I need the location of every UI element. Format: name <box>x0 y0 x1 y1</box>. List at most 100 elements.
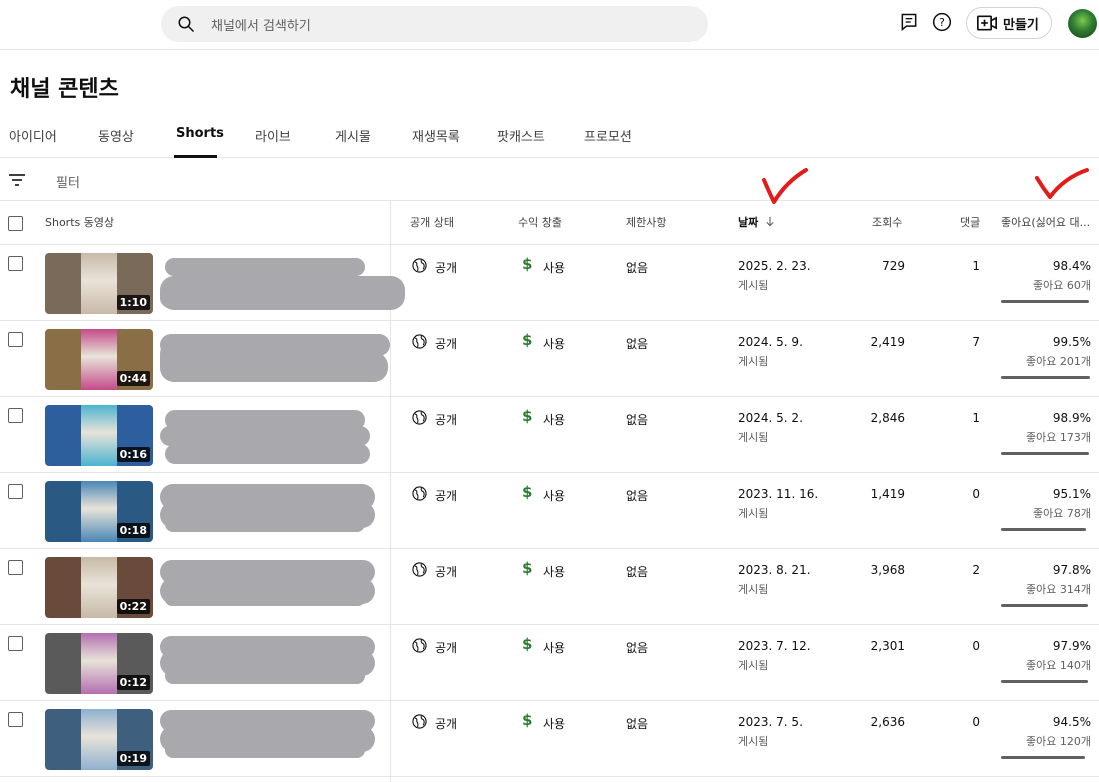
globe-icon <box>412 562 427 577</box>
visibility-value[interactable]: 공개 <box>435 639 457 656</box>
views-value: 2,636 <box>870 715 905 729</box>
column-restrictions[interactable]: 제한사항 <box>626 214 666 230</box>
row-checkbox[interactable] <box>8 636 23 651</box>
row-checkbox[interactable] <box>8 712 23 727</box>
column-views[interactable]: 조회수 <box>872 214 902 230</box>
like-count: 좋아요 78개 <box>1033 507 1091 520</box>
table-row[interactable]: 0:22 공개 $ 사용 없음 2023. 8. 21. 게시됨 3,968 2… <box>0 549 1099 625</box>
filter-bar[interactable]: 필터 <box>0 158 1099 201</box>
avatar[interactable] <box>1068 9 1097 38</box>
search-box[interactable]: 채널에서 검색하기 <box>161 6 708 42</box>
row-checkbox[interactable] <box>8 332 23 347</box>
filter-icon[interactable] <box>8 172 26 188</box>
like-percent: 94.5% <box>1052 715 1091 729</box>
like-ratio-bar <box>1001 604 1088 607</box>
column-likes[interactable]: 좋아요(싫어요 대... <box>1001 214 1090 230</box>
red-checkmark-annotation <box>762 168 808 204</box>
column-comments[interactable]: 댓글 <box>960 214 980 230</box>
visibility-value[interactable]: 공개 <box>435 715 457 732</box>
video-duration: 0:19 <box>116 751 150 766</box>
column-visibility[interactable]: 공개 상태 <box>410 214 454 230</box>
like-ratio-bar <box>1001 756 1085 759</box>
tab-live[interactable]: 라이브 <box>255 126 291 145</box>
search-icon <box>178 16 195 33</box>
monetization-value[interactable]: 사용 <box>543 563 565 580</box>
like-ratio-bar <box>1001 376 1090 379</box>
search-input[interactable]: 채널에서 검색하기 <box>211 15 311 34</box>
dollar-icon: $ <box>522 255 533 273</box>
views-value: 2,846 <box>870 411 905 425</box>
tab-promotions[interactable]: 프로모션 <box>584 126 632 145</box>
video-thumbnail[interactable]: 0:44 <box>45 329 153 390</box>
date-value: 2023. 11. 16. <box>738 487 819 501</box>
table-row[interactable]: 1:10 공개 $ 사용 없음 2025. 2. 23. 게시됨 729 1 9… <box>0 245 1099 321</box>
monetization-value[interactable]: 사용 <box>543 487 565 504</box>
date-status: 게시됨 <box>738 279 769 292</box>
table-row[interactable]: 0:12 공개 $ 사용 없음 2023. 7. 12. 게시됨 2,301 0… <box>0 625 1099 701</box>
redacted-description <box>165 592 365 606</box>
video-thumbnail[interactable]: 1:10 <box>45 253 153 314</box>
video-thumbnail[interactable]: 0:22 <box>45 557 153 618</box>
views-value: 3,968 <box>870 563 905 577</box>
visibility-value[interactable]: 공개 <box>435 563 457 580</box>
table-row[interactable]: 0:44 공개 $ 사용 없음 2024. 5. 9. 게시됨 2,419 7 … <box>0 321 1099 397</box>
help-icon[interactable]: ? <box>932 12 952 32</box>
date-value: 2023. 8. 21. <box>738 563 811 577</box>
monetization-value[interactable]: 사용 <box>543 335 565 352</box>
video-duration: 0:44 <box>116 371 150 386</box>
comments-value: 0 <box>972 639 980 653</box>
tab-ideas[interactable]: 아이디어 <box>9 126 57 145</box>
monetization-value[interactable]: 사용 <box>543 639 565 656</box>
like-percent: 98.9% <box>1052 411 1091 425</box>
row-checkbox[interactable] <box>8 256 23 271</box>
globe-icon <box>412 638 427 653</box>
video-thumbnail[interactable]: 0:19 <box>45 709 153 770</box>
video-thumbnail[interactable]: 0:16 <box>45 405 153 466</box>
monetization-value[interactable]: 사용 <box>543 715 565 732</box>
comments-value: 7 <box>972 335 980 349</box>
date-status: 게시됨 <box>738 431 769 444</box>
visibility-value[interactable]: 공개 <box>435 487 457 504</box>
visibility-value[interactable]: 공개 <box>435 259 457 276</box>
views-value: 2,301 <box>870 639 905 653</box>
filter-input[interactable]: 필터 <box>56 172 80 191</box>
thumbnail-image <box>81 709 117 770</box>
table-row[interactable]: 0:19 공개 $ 사용 없음 2023. 7. 5. 게시됨 2,636 0 … <box>0 701 1099 777</box>
video-thumbnail[interactable]: 0:12 <box>45 633 153 694</box>
visibility-value[interactable]: 공개 <box>435 411 457 428</box>
thumbnail-image <box>81 633 117 694</box>
table-row[interactable]: 0:18 공개 $ 사용 없음 2023. 11. 16. 게시됨 1,419 … <box>0 473 1099 549</box>
column-monetization[interactable]: 수익 창출 <box>518 214 562 230</box>
globe-icon <box>412 714 427 729</box>
create-video-icon <box>977 15 997 31</box>
restrictions-value: 없음 <box>626 337 649 351</box>
like-ratio-bar <box>1001 300 1089 303</box>
like-count: 좋아요 140개 <box>1026 659 1091 672</box>
row-checkbox[interactable] <box>8 408 23 423</box>
views-value: 729 <box>882 259 905 273</box>
redacted-description <box>160 288 360 308</box>
tab-posts[interactable]: 게시물 <box>335 126 371 145</box>
tab-videos[interactable]: 동영상 <box>98 126 134 145</box>
tab-shorts[interactable]: Shorts <box>176 126 224 141</box>
column-date[interactable]: 날짜 <box>738 214 775 230</box>
restrictions-value: 없음 <box>626 489 649 503</box>
row-checkbox[interactable] <box>8 484 23 499</box>
comments-value: 1 <box>972 411 980 425</box>
like-ratio-bar <box>1001 452 1089 455</box>
comments-value: 0 <box>972 487 980 501</box>
feedback-icon[interactable] <box>899 12 919 32</box>
tab-playlists[interactable]: 재생목록 <box>412 126 460 145</box>
visibility-value[interactable]: 공개 <box>435 335 457 352</box>
table-row[interactable]: 0:16 공개 $ 사용 없음 2024. 5. 2. 게시됨 2,846 1 … <box>0 397 1099 473</box>
create-button[interactable]: 만들기 <box>966 7 1052 39</box>
monetization-value[interactable]: 사용 <box>543 259 565 276</box>
like-count: 좋아요 120개 <box>1026 735 1091 748</box>
select-all-checkbox[interactable] <box>8 216 23 231</box>
sort-down-arrow-icon <box>766 216 774 227</box>
redacted-description <box>160 340 350 380</box>
video-thumbnail[interactable]: 0:18 <box>45 481 153 542</box>
row-checkbox[interactable] <box>8 560 23 575</box>
monetization-value[interactable]: 사용 <box>543 411 565 428</box>
tab-podcasts[interactable]: 팟캐스트 <box>497 126 545 145</box>
